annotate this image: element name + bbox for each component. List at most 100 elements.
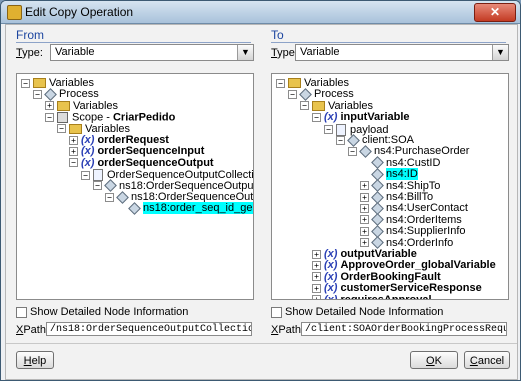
- collapse-icon[interactable]: −: [69, 158, 78, 168]
- button-bar-divider: [6, 343, 517, 344]
- to-type-select[interactable]: Variable ▼: [295, 44, 509, 61]
- expand-icon[interactable]: +: [69, 146, 78, 156]
- tree-node[interactable]: + (x) OrderBookingFault: [312, 270, 441, 283]
- tree-node-label: orderRequest: [97, 134, 169, 146]
- tree-node[interactable]: + Variables: [45, 99, 119, 112]
- from-xpath-input[interactable]: /ns18:OrderSequenceOutputCollection/ns18…: [46, 322, 252, 336]
- expand-icon[interactable]: +: [312, 283, 321, 293]
- tree-node[interactable]: + (x) orderSequenceInput: [69, 146, 204, 157]
- collapse-icon[interactable]: −: [33, 89, 42, 99]
- chevron-down-icon[interactable]: ▼: [492, 45, 508, 60]
- message-part-icon: [93, 169, 103, 182]
- tree-node[interactable]: − (x) orderSequenceOutput: [69, 157, 214, 169]
- tree-node-label: client:SOA: [362, 134, 414, 146]
- tree-node[interactable]: − (x) inputVariable: [312, 112, 410, 123]
- tree-node[interactable]: + (x) customerServiceResponse: [312, 283, 482, 294]
- tree-node-label: OrderBookingFault: [340, 270, 441, 283]
- tree-node[interactable]: + (x) outputVariable: [312, 249, 417, 260]
- tree-node[interactable]: + ns4:OrderInfo: [360, 236, 453, 250]
- ok-button[interactable]: OK: [410, 351, 458, 369]
- expand-icon[interactable]: +: [360, 238, 369, 248]
- folder-icon: [69, 123, 82, 134]
- collapse-icon[interactable]: −: [105, 192, 114, 202]
- tree-node-label: Variables: [85, 122, 131, 135]
- tree-node[interactable]: − ns18:OrderSequenceOutput: [105, 190, 254, 204]
- folder-icon: [288, 78, 301, 89]
- element-icon: [299, 88, 312, 101]
- collapse-icon[interactable]: −: [324, 125, 333, 135]
- tree-node-label: ns4:CustID: [386, 156, 441, 169]
- tree-node[interactable]: − Variables: [21, 78, 94, 89]
- tree-node[interactable]: + ns4:OrderItems: [360, 213, 462, 227]
- expand-icon[interactable]: +: [312, 272, 321, 282]
- tree-node-label: outputVariable: [340, 248, 417, 260]
- expand-icon[interactable]: +: [360, 226, 369, 236]
- tree-node[interactable]: − Process: [288, 88, 354, 101]
- from-show-detail-label: Show Detailed Node Information: [30, 306, 189, 318]
- tree-node[interactable]: − Scope - CriarPedido: [45, 112, 175, 124]
- cancel-button[interactable]: Cancel: [464, 351, 510, 369]
- expand-icon[interactable]: +: [312, 249, 321, 259]
- collapse-icon[interactable]: −: [21, 78, 30, 88]
- tree-node-label: Variables: [73, 99, 119, 112]
- to-type-value: Variable: [300, 46, 340, 58]
- tree-node-label: Variables: [328, 99, 374, 112]
- tree-node[interactable]: − payload: [324, 123, 389, 136]
- tree-node[interactable]: + (x) orderRequest: [69, 135, 169, 146]
- tree-node[interactable]: ns4:ID: [360, 167, 418, 181]
- collapse-icon[interactable]: −: [93, 181, 102, 191]
- collapse-icon[interactable]: −: [57, 124, 66, 134]
- to-panel: To Type: Variable ▼ − Variables − Process − V…: [261, 25, 517, 343]
- tree-node[interactable]: + ns4:ShipTo: [360, 179, 440, 193]
- tree-node[interactable]: + (x) requiresApproval: [312, 294, 432, 299]
- tree-node[interactable]: + ns4:BillTo: [360, 190, 433, 204]
- tree-node-label: ns18:OrderSequenceOutput: [131, 191, 254, 203]
- collapse-icon[interactable]: −: [45, 113, 54, 123]
- to-xpath-input[interactable]: /client:SOAOrderBookingProcessRequest/ns…: [301, 322, 507, 336]
- tree-node[interactable]: − ns18:OrderSequenceOutputCollection: [93, 179, 253, 193]
- tree-node-label: Process: [314, 88, 354, 101]
- to-tree[interactable]: − Variables − Process − Variables − (x) inputVar…: [271, 73, 509, 300]
- tree-node[interactable]: − OrderSequenceOutputCollection: [81, 169, 253, 182]
- expand-icon[interactable]: +: [360, 215, 369, 225]
- close-icon[interactable]: ✕: [474, 3, 516, 22]
- tree-node[interactable]: ns4:CustID: [360, 156, 441, 170]
- from-show-detail-checkbox[interactable]: [16, 307, 27, 318]
- from-xpath-label: XPath:: [16, 324, 50, 336]
- from-type-select[interactable]: Variable ▼: [50, 44, 254, 61]
- collapse-icon[interactable]: −: [336, 135, 345, 145]
- collapse-icon[interactable]: −: [312, 112, 321, 122]
- tree-node[interactable]: − client:SOA: [336, 133, 414, 147]
- variable-icon: (x): [324, 282, 338, 295]
- tree-node[interactable]: − Process: [33, 88, 99, 101]
- expand-icon[interactable]: +: [360, 181, 369, 191]
- tree-node-label: ApproveOrder_globalVariable: [340, 259, 496, 272]
- expand-icon[interactable]: +: [312, 260, 321, 270]
- title-bar: Edit Copy Operation ✕: [1, 1, 520, 24]
- chevron-down-icon[interactable]: ▼: [237, 45, 253, 60]
- tree-node[interactable]: + (x) ApproveOrder_globalVariable: [312, 260, 496, 271]
- from-tree[interactable]: − Variables − Process + Variables − Scope - Cri…: [16, 73, 254, 300]
- tree-node[interactable]: ns18:order_seq_id_gen.nextval: [117, 202, 253, 215]
- expand-icon[interactable]: +: [45, 101, 54, 111]
- tree-node[interactable]: − Variables: [276, 78, 349, 89]
- tree-node-label: Variables: [49, 77, 95, 89]
- app-icon: [7, 5, 22, 20]
- expand-icon[interactable]: +: [312, 295, 321, 299]
- tree-node[interactable]: + ns4:SupplierInfo: [360, 224, 466, 238]
- dialog-body: From Type: Variable ▼ − Variables − Process…: [5, 24, 518, 380]
- collapse-icon[interactable]: −: [288, 89, 297, 99]
- tree-node[interactable]: − Variables: [300, 99, 374, 112]
- expand-icon[interactable]: +: [69, 135, 78, 145]
- tree-node[interactable]: − ns4:PurchaseOrder: [348, 145, 469, 158]
- collapse-icon[interactable]: −: [300, 101, 309, 111]
- expand-icon[interactable]: +: [360, 203, 369, 213]
- collapse-icon[interactable]: −: [276, 78, 285, 88]
- expand-icon[interactable]: +: [360, 192, 369, 202]
- tree-node[interactable]: − Variables: [57, 122, 131, 135]
- collapse-icon[interactable]: −: [348, 146, 357, 156]
- collapse-icon[interactable]: −: [81, 170, 90, 180]
- from-type-value: Variable: [55, 46, 95, 58]
- to-show-detail-checkbox[interactable]: [271, 307, 282, 318]
- help-button[interactable]: Help: [16, 351, 54, 369]
